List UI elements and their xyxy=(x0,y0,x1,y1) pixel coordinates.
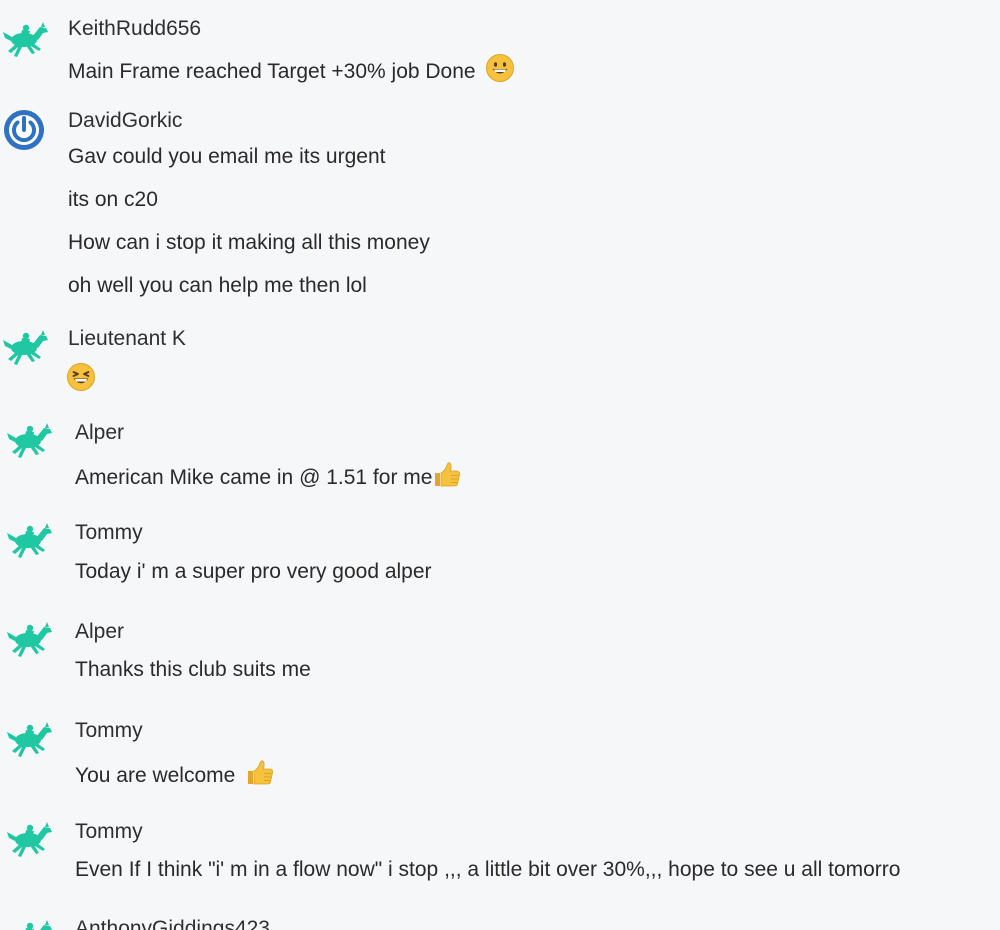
message-text: Even If I think "i' m in a flow now" i s… xyxy=(75,858,901,881)
green-horse-icon[interactable] xyxy=(6,620,54,660)
green-horse-icon[interactable] xyxy=(6,521,54,561)
green-horse-icon[interactable] xyxy=(6,918,54,930)
thumbs-up-emoji xyxy=(432,459,462,489)
message-username[interactable]: Alper xyxy=(75,421,124,445)
message-text: Thanks this club suits me xyxy=(75,658,311,681)
message-username[interactable]: Lieutenant K xyxy=(68,327,186,351)
message-text: Today i' m a super pro very good alper xyxy=(75,560,432,583)
message-text-content: American Mike came in @ 1.51 for me xyxy=(75,466,433,489)
message-username[interactable]: Tommy xyxy=(75,521,143,545)
laughing-face-emoji xyxy=(66,362,96,392)
green-horse-icon[interactable] xyxy=(6,820,54,860)
green-horse-icon[interactable] xyxy=(2,328,50,368)
message-username[interactable]: AnthonyGiddings423 xyxy=(75,917,270,930)
message-text: Main Frame reached Target +30% job Done xyxy=(68,53,515,84)
message-text: You are welcome xyxy=(75,757,275,788)
message-username[interactable]: Alper xyxy=(75,620,124,644)
message-text: oh well you can help me then lol xyxy=(68,274,367,297)
message-text: its on c20 xyxy=(68,188,158,211)
message-text: How can i stop it making all this money xyxy=(68,231,430,254)
message-username[interactable]: Tommy xyxy=(75,719,143,743)
green-horse-icon[interactable] xyxy=(6,720,54,760)
thumbs-up-emoji xyxy=(245,757,275,787)
message-text-content: You are welcome xyxy=(75,764,236,787)
message-username[interactable]: DavidGorkic xyxy=(68,109,182,133)
message-username[interactable]: Tommy xyxy=(75,820,143,844)
blue-power-icon[interactable] xyxy=(2,108,46,152)
message-text xyxy=(66,362,96,393)
chat-feed: KeithRudd656 Main Frame reached Target +… xyxy=(0,0,1000,930)
green-horse-icon[interactable] xyxy=(6,421,54,461)
message-text: American Mike came in @ 1.51 for me xyxy=(75,459,462,490)
message-text: Gav could you email me its urgent xyxy=(68,145,386,168)
grinning-face-emoji xyxy=(485,53,515,83)
message-username[interactable]: KeithRudd656 xyxy=(68,17,201,41)
message-text-content: Main Frame reached Target +30% job Done xyxy=(68,60,476,83)
green-horse-icon[interactable] xyxy=(2,20,50,60)
